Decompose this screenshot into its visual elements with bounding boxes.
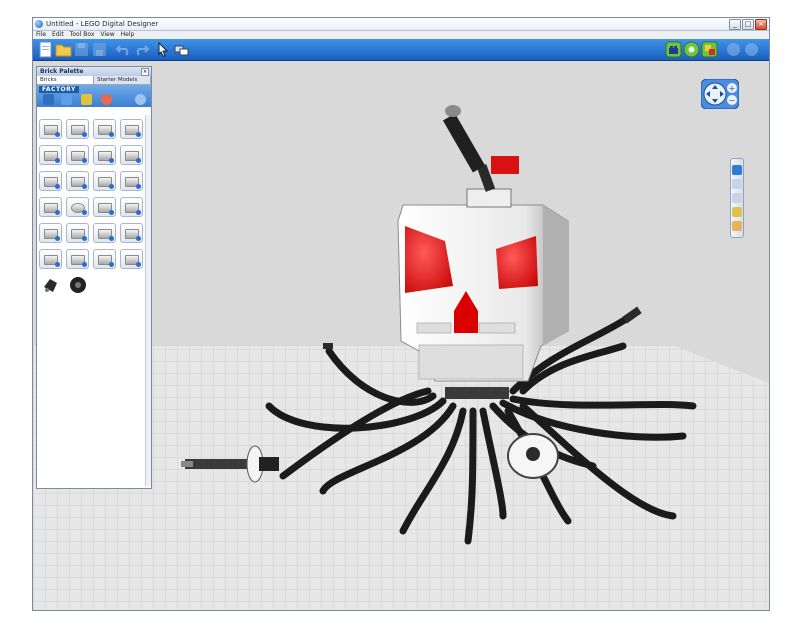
brick-tile[interactable] <box>66 197 89 217</box>
menu-bar: File Edit Tool Box View Help <box>33 31 769 39</box>
main-toolbar <box>33 39 769 61</box>
instructions-mode-icon[interactable] <box>701 41 718 58</box>
brick-tile[interactable] <box>120 145 143 165</box>
wheel-right <box>507 433 559 479</box>
open-folder-icon[interactable] <box>55 41 72 58</box>
brick-tile[interactable] <box>39 249 62 269</box>
paint-icon[interactable] <box>732 207 742 217</box>
brick-tile[interactable] <box>66 249 89 269</box>
select-tool-icon[interactable] <box>155 41 172 58</box>
window-title: Untitled - LEGO Digital Designer <box>46 20 159 28</box>
camera-navigation[interactable]: + − <box>701 79 739 109</box>
palette-icon[interactable] <box>101 94 112 105</box>
brick-tile[interactable] <box>93 197 116 217</box>
motor-part-icon[interactable] <box>41 275 61 295</box>
palette-scrollbar[interactable] <box>145 115 151 486</box>
brick-tile[interactable] <box>120 197 143 217</box>
factory-logo: FACTORY <box>39 86 79 93</box>
tire-part-icon[interactable] <box>68 275 88 295</box>
minimize-button[interactable]: _ <box>729 19 741 30</box>
zoom-in-label: + <box>729 84 736 93</box>
menu-edit[interactable]: Edit <box>49 31 67 39</box>
build-mode-icon[interactable] <box>665 41 682 58</box>
brick-tile[interactable] <box>39 145 62 165</box>
undo-icon[interactable] <box>115 41 132 58</box>
brick-tile[interactable] <box>120 119 143 139</box>
menu-view[interactable]: View <box>97 31 117 39</box>
brick-tile[interactable] <box>93 171 116 191</box>
brick-tile[interactable] <box>39 171 62 191</box>
menu-help[interactable]: Help <box>118 31 138 39</box>
gear-icon[interactable] <box>61 94 72 105</box>
brick-tile[interactable] <box>120 223 143 243</box>
3d-viewport[interactable]: Brick Palette × Bricks Starter Models FA… <box>33 61 769 610</box>
brick-tile[interactable] <box>93 145 116 165</box>
menu-toolbox[interactable]: Tool Box <box>67 31 98 39</box>
brick-tile[interactable] <box>66 223 89 243</box>
help-icon[interactable] <box>743 41 760 58</box>
view-mode-icon[interactable] <box>683 41 700 58</box>
zoom-out-label: − <box>729 96 736 105</box>
maximize-button[interactable]: □ <box>742 19 754 30</box>
flex-icon[interactable] <box>732 193 742 203</box>
hinge-icon[interactable] <box>732 179 742 189</box>
app-icon <box>35 20 43 28</box>
top-antenna <box>442 105 519 208</box>
brick-tile[interactable] <box>66 145 89 165</box>
brick-tile[interactable] <box>66 171 89 191</box>
new-file-icon[interactable] <box>37 41 54 58</box>
brick-tile[interactable] <box>93 223 116 243</box>
title-bar[interactable]: Untitled - LEGO Digital Designer _ □ × <box>33 18 769 31</box>
palette-header: Brick Palette × <box>37 67 151 76</box>
clipboard-icon[interactable] <box>81 94 92 105</box>
menu-file[interactable]: File <box>33 31 49 39</box>
palette-close-icon[interactable]: × <box>141 68 149 76</box>
close-button[interactable]: × <box>755 19 767 30</box>
tab-starter-models[interactable]: Starter Models <box>94 76 151 84</box>
app-window: Untitled - LEGO Digital Designer _ □ × F… <box>33 18 769 610</box>
save-as-icon[interactable] <box>91 41 108 58</box>
brick-tile[interactable] <box>39 223 62 243</box>
save-icon[interactable] <box>73 41 90 58</box>
clone-tool-icon[interactable] <box>173 41 190 58</box>
palette-brand-bar: FACTORY <box>37 85 151 107</box>
brick-tile[interactable] <box>93 119 116 139</box>
tab-bricks[interactable]: Bricks <box>37 76 94 84</box>
brick-tile[interactable] <box>39 119 62 139</box>
brick-tile[interactable] <box>120 171 143 191</box>
side-toolbar <box>730 158 744 238</box>
share-icon[interactable] <box>725 41 742 58</box>
brick-tile[interactable] <box>39 197 62 217</box>
paint-bucket-icon[interactable] <box>43 94 54 105</box>
brick-tile[interactable] <box>66 119 89 139</box>
brick-tile[interactable] <box>120 249 143 269</box>
hide-icon[interactable] <box>732 221 742 231</box>
palette-title: Brick Palette <box>40 68 84 75</box>
search-icon[interactable] <box>135 94 146 105</box>
redo-icon[interactable] <box>133 41 150 58</box>
brick-palette: Brick Palette × Bricks Starter Models FA… <box>36 66 152 489</box>
select-icon[interactable] <box>732 165 742 175</box>
brick-tile[interactable] <box>93 249 116 269</box>
